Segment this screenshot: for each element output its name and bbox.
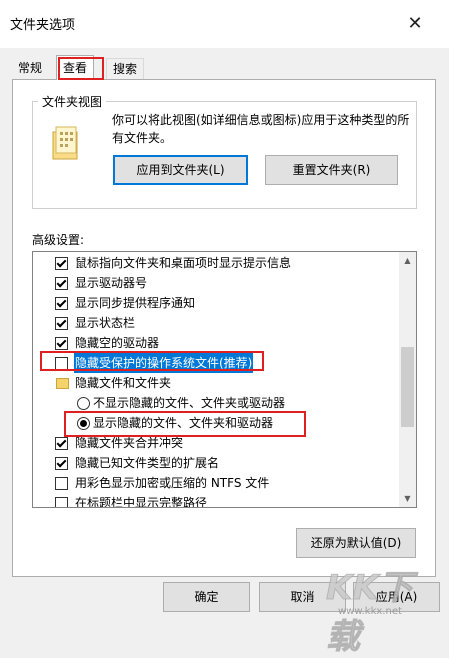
list-item-label: 显示驱动器号: [75, 276, 148, 290]
ok-button[interactable]: 确定: [163, 582, 250, 612]
scroll-thumb[interactable]: [401, 347, 414, 427]
checkbox[interactable]: [55, 297, 68, 310]
tab-general[interactable]: 常规: [12, 58, 48, 79]
close-icon[interactable]: ✕: [403, 12, 427, 36]
watermark-url: www.kkx.net: [338, 606, 402, 617]
list-item-label: 显示状态栏: [75, 316, 136, 330]
hide-protected-highlight-box: [40, 351, 264, 371]
advanced-settings-list[interactable]: 鼠标指向文件夹和桌面项时显示提示信息 显示驱动器号 显示同步提供程序通知 显示状…: [32, 251, 417, 508]
dialog-title: 文件夹选项: [10, 18, 76, 33]
list-item-label: 不显示隐藏的文件、文件夹或驱动器: [93, 396, 286, 410]
list-item-label: 隐藏空的驱动器: [75, 336, 160, 350]
checkbox[interactable]: [55, 497, 68, 507]
list-item-label: 鼠标指向文件夹和桌面项时显示提示信息: [75, 256, 292, 270]
checkbox[interactable]: [55, 337, 68, 350]
folder-views-description: 你可以将此视图(如详细信息或图标)应用于这种类型的所有文件夹。: [112, 113, 410, 145]
folder-options-dialog: 文件夹选项 ✕ 常规 查看 搜索 文件夹视图 你可以将此视图(如详细信息或图标)…: [0, 0, 449, 658]
apply-to-folders-button[interactable]: 应用到文件夹(L): [113, 155, 248, 185]
title-bar: 文件夹选项 ✕: [0, 0, 449, 48]
list-item-label: 隐藏文件和文件夹: [75, 376, 172, 390]
reset-folders-button[interactable]: 重置文件夹(R): [265, 155, 398, 185]
list-item-label: 显示同步提供程序通知: [75, 296, 196, 310]
list-item-label: 在标题栏中显示完整路径: [75, 496, 208, 508]
advanced-settings-label: 高级设置:: [32, 233, 85, 247]
checkbox[interactable]: [55, 457, 68, 470]
kk-download-watermark-logo: KK下载 www.kkx.net: [326, 560, 446, 658]
checkbox[interactable]: [55, 257, 68, 270]
folder-icon: [56, 378, 69, 389]
list-item-label: 隐藏已知文件类型的扩展名: [75, 456, 220, 470]
list-item-label: 用彩色显示加密或压缩的 NTFS 文件: [75, 476, 270, 490]
tab-view-highlight-box: [58, 57, 104, 80]
checkbox[interactable]: [55, 277, 68, 290]
show-hidden-highlight-box: [64, 411, 306, 437]
restore-defaults-button[interactable]: 还原为默认值(D): [296, 528, 416, 558]
scroll-down-icon[interactable]: ▼: [399, 490, 416, 507]
folder-views-label: 文件夹视图: [38, 93, 107, 110]
checkbox[interactable]: [55, 477, 68, 490]
checkbox[interactable]: [55, 317, 68, 330]
tab-search[interactable]: 搜索: [106, 58, 145, 80]
scroll-up-icon[interactable]: ▲: [399, 252, 416, 269]
list-scrollbar[interactable]: ▲ ▼: [399, 252, 416, 507]
checkbox[interactable]: [55, 437, 68, 450]
radio-button[interactable]: [77, 397, 90, 410]
folder-view-icon: [52, 126, 78, 160]
